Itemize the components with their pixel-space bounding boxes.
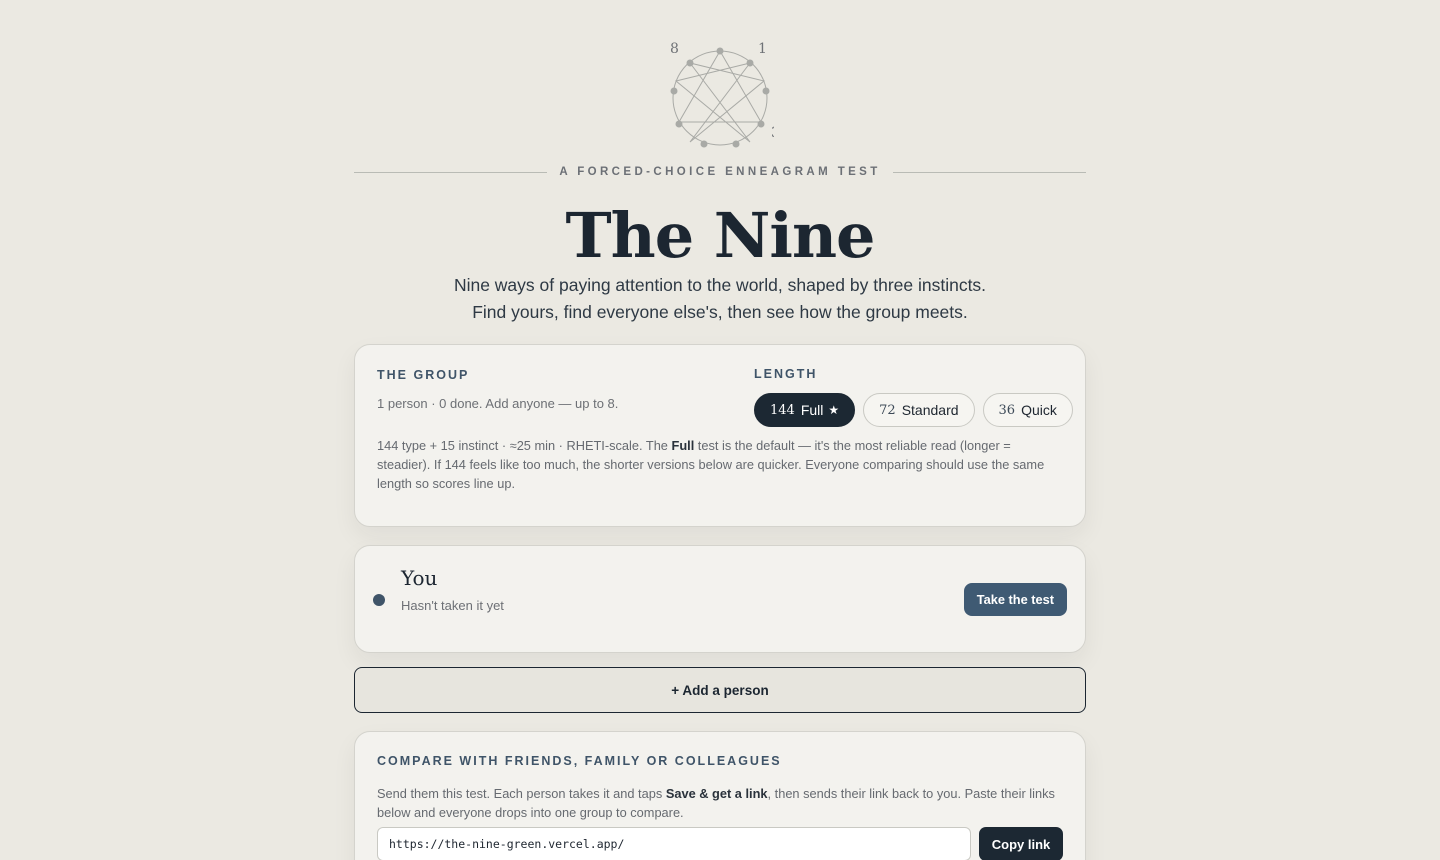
kicker: A FORCED-CHOICE ENNEAGRAM TEST [559, 166, 881, 178]
length-option-num: 144 [770, 402, 795, 418]
person-name: You [401, 566, 438, 590]
group-count: 1 person · 0 done. Add anyone — up to 8. [377, 396, 619, 411]
divider-right [892, 171, 1087, 173]
group-label: THE GROUP [377, 368, 470, 382]
length-option-quick[interactable]: 36 Quick [982, 393, 1073, 427]
status-dot [373, 594, 385, 606]
divider-left [354, 171, 548, 173]
compare-description: Send them this test. Each person takes i… [377, 784, 1057, 822]
star-icon: ★ [828, 403, 840, 417]
share-url-input[interactable] [377, 827, 971, 860]
person-status: Hasn't taken it yet [401, 598, 504, 613]
logo-number-8: 8 [670, 41, 679, 57]
length-option-num: 36 [998, 402, 1016, 418]
length-options: 144 Full ★ 72 Standard 36 Quick [754, 393, 1073, 427]
logo-number-3: 3 [771, 125, 774, 141]
length-option-num: 72 [879, 402, 896, 418]
logo-number-1: 1 [758, 41, 767, 57]
take-test-button[interactable]: Take the test [963, 583, 1067, 616]
subtitle-line-1: Nine ways of paying attention to the wor… [453, 275, 987, 295]
length-option-full[interactable]: 144 Full ★ [754, 393, 856, 427]
logo-number-6: 6 [666, 125, 667, 141]
length-option-label: Full [800, 402, 824, 418]
compare-card: COMPARE WITH FRIENDS, FAMILY OR COLLEAGU… [354, 731, 1086, 860]
length-option-standard[interactable]: 72 Standard [863, 393, 975, 427]
group-card: THE GROUP 1 person · 0 done. Add anyone … [354, 344, 1086, 527]
length-description: 144 type + 15 instinct · ≈25 min · RHETI… [377, 436, 1047, 493]
enneagram-logo: 8 1 6 3 [666, 36, 774, 160]
person-card: You Hasn't taken it yet Take the test [354, 545, 1086, 653]
length-description-bold: Full [671, 438, 695, 453]
length-option-label: Quick [1021, 402, 1057, 418]
add-person-button[interactable]: + Add a person [354, 667, 1086, 713]
compare-label: COMPARE WITH FRIENDS, FAMILY OR COLLEAGU… [377, 754, 782, 768]
subtitle: Nine ways of paying attention to the wor… [354, 272, 1086, 326]
compare-description-pre: Send them this test. Each person takes i… [377, 786, 666, 801]
length-label: LENGTH [754, 367, 818, 381]
kicker-row: A FORCED-CHOICE ENNEAGRAM TEST [354, 164, 1087, 180]
compare-description-bold: Save & get a link [665, 786, 768, 801]
subtitle-line-2: Find yours, find everyone else's, then s… [472, 302, 968, 322]
length-description-pre: 144 type + 15 instinct · ≈25 min · RHETI… [377, 438, 672, 453]
copy-link-button[interactable]: Copy link [979, 827, 1063, 860]
length-option-label: Standard [901, 402, 959, 418]
page-title: The Nine [565, 199, 876, 272]
